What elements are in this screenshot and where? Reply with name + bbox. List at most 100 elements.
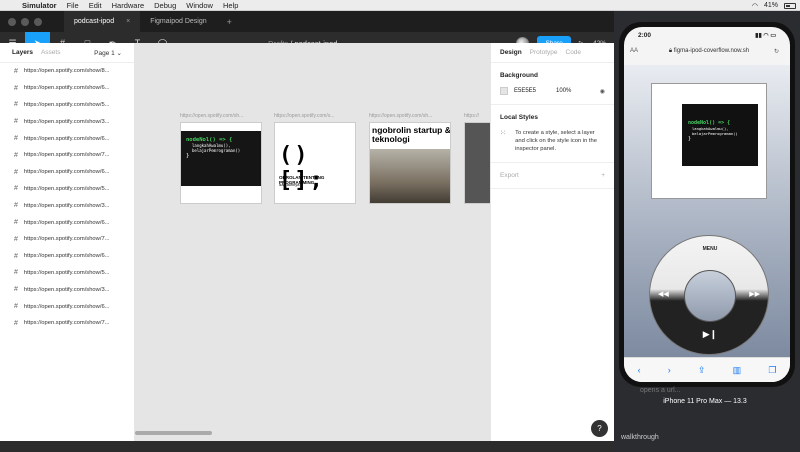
frame-label[interactable]: https://open.spotify.com/s... [274, 113, 356, 119]
frame-icon: # [14, 269, 18, 277]
bookmarks-icon[interactable]: ▥ [733, 365, 742, 376]
layer-row[interactable]: # https://open.spotify.com/show/7... [0, 147, 134, 164]
tab-code[interactable]: Code [566, 49, 582, 56]
layer-row[interactable]: # https://open.spotify.com/show/5... [0, 97, 134, 114]
tab-figmaipod-design[interactable]: Figmaipod Design [140, 11, 216, 32]
frame-icon: # [14, 235, 18, 243]
frame-icon: # [14, 84, 18, 92]
frame-photo-cover[interactable]: ngobrolin startup & teknologi [369, 122, 451, 204]
layer-name: https://open.spotify.com/show/7... [23, 152, 110, 159]
forward-icon[interactable]: › [668, 365, 671, 375]
frame-code-cover[interactable]: nodeNol() => { langkahAwalmu(), belajarP… [180, 122, 262, 204]
signal-battery-icon: ▮▮ ◠ ▭ [755, 32, 776, 39]
eye-icon[interactable]: ◉ [600, 88, 605, 95]
layer-name: https://open.spotify.com/show/6... [23, 303, 110, 310]
frame-label[interactable]: https://open.spotify.com/sh... [180, 113, 262, 119]
canvas-horizontal-scrollbar[interactable] [135, 431, 212, 435]
frame-partial-cover[interactable] [464, 122, 490, 204]
frame-label[interactable]: https:// [464, 113, 490, 119]
layer-row[interactable]: # https://open.spotify.com/show/3... [0, 197, 134, 214]
wheel-center-button[interactable] [684, 270, 736, 322]
photo-cover-title: ngobrolin startup & teknologi [372, 125, 451, 144]
layer-name: https://open.spotify.com/show/6... [23, 135, 110, 142]
layer-name: https://open.spotify.com/show/6... [23, 169, 110, 176]
layer-row[interactable]: # https://open.spotify.com/show/6... [0, 130, 134, 147]
tab-label: podcast-ipod [74, 18, 115, 25]
layer-name: https://open.spotify.com/show/3... [23, 286, 110, 293]
tab-close-icon[interactable]: × [126, 18, 130, 25]
ipod-webview[interactable]: nodeNol() => { langkahAwalmu(), belajarP… [624, 65, 790, 357]
tab-podcast-ipod[interactable]: podcast-ipod × [64, 11, 141, 32]
layer-row[interactable]: # https://open.spotify.com/show/6... [0, 298, 134, 315]
ipod-cover-code-card: nodeNol() => { langkahAwalmu(), belajarP… [682, 104, 758, 166]
share-icon[interactable]: ⇪ [698, 365, 706, 376]
layer-name: https://open.spotify.com/show/8... [23, 68, 110, 75]
layer-row[interactable]: # https://open.spotify.com/show/6... [0, 164, 134, 181]
export-row: Export + [500, 172, 605, 179]
export-section: Export + [491, 163, 614, 189]
menu-file[interactable]: File [67, 1, 79, 10]
wifi-icon[interactable]: ◠ [752, 2, 758, 10]
close-window-button[interactable] [8, 17, 16, 26]
tab-layers[interactable]: Layers [12, 49, 33, 56]
properties-tabs: Design Prototype Code [491, 43, 614, 63]
layer-name: https://open.spotify.com/show/6... [23, 85, 110, 92]
menu-hardware[interactable]: Hardware [112, 1, 145, 10]
play-pause-icon[interactable]: ▶❙ [650, 329, 770, 340]
menu-debug[interactable]: Debug [154, 1, 176, 10]
layer-row[interactable]: # https://open.spotify.com/show/5... [0, 181, 134, 198]
menu-app-name[interactable]: Simulator [22, 1, 57, 10]
layer-row[interactable]: # https://open.spotify.com/show/3... [0, 113, 134, 130]
page-selector[interactable]: Page 1 ⌄ [94, 49, 122, 57]
ipod-click-wheel[interactable]: MENU ◀◀ ▶▶ ▶❙ [649, 235, 769, 355]
layer-row[interactable]: # https://open.spotify.com/show/8... [0, 63, 134, 80]
color-swatch[interactable] [500, 87, 508, 95]
tab-prototype[interactable]: Prototype [530, 49, 558, 56]
layer-name: https://open.spotify.com/show/7... [23, 236, 110, 243]
layer-row[interactable]: # https://open.spotify.com/show/6... [0, 80, 134, 97]
next-track-icon[interactable]: ▶▶ [749, 290, 760, 298]
layer-row[interactable]: # https://open.spotify.com/show/5... [0, 265, 134, 282]
tab-design[interactable]: Design [500, 49, 522, 56]
ios-status-bar: 2:00 ▮▮ ◠ ▭ [624, 27, 790, 43]
design-canvas[interactable]: https://open.spotify.com/sh... nodeNol()… [135, 43, 490, 441]
background-title: Background [500, 72, 538, 79]
layer-row[interactable]: # https://open.spotify.com/show/6... [0, 214, 134, 231]
layer-name: https://open.spotify.com/show/3... [23, 118, 110, 125]
frame-icon: # [14, 168, 18, 176]
frame-icon: # [14, 185, 18, 193]
wheel-menu-button[interactable]: MENU [650, 246, 770, 252]
frame-icon: # [14, 219, 18, 227]
export-title: Export [500, 172, 519, 179]
ipod-cover-art[interactable]: nodeNol() => { langkahAwalmu(), belajarP… [651, 83, 767, 199]
iphone-screen[interactable]: 2:00 ▮▮ ◠ ▭ AA 🔒︎ figma-ipod-coverflow.n… [624, 27, 790, 382]
menu-window[interactable]: Window [186, 1, 213, 10]
safari-url-bar[interactable]: AA 🔒︎ figma-ipod-coverflow.now.sh ↻ [630, 43, 784, 59]
layer-row[interactable]: # https://open.spotify.com/show/6... [0, 248, 134, 265]
menu-edit[interactable]: Edit [89, 1, 102, 10]
previous-track-icon[interactable]: ◀◀ [658, 290, 669, 298]
layer-row[interactable]: # https://open.spotify.com/show/7... [0, 231, 134, 248]
menu-help[interactable]: Help [223, 1, 238, 10]
tab-assets[interactable]: Assets [41, 49, 61, 56]
battery-icon[interactable] [784, 2, 796, 9]
layer-row[interactable]: # https://open.spotify.com/show/7... [0, 315, 134, 332]
url-text[interactable]: 🔒︎ figma-ipod-coverflow.now.sh [644, 48, 774, 55]
code-line-3: } [186, 153, 190, 159]
macos-menubar: Simulator File Edit Hardware Debug Windo… [0, 0, 800, 11]
frame-brackets-cover[interactable]: ()[]; OBROLAN TENTANG PROGRAMMING dan la… [274, 122, 356, 204]
local-styles-text: To create a style, select a layer and cl… [515, 130, 597, 152]
reload-icon[interactable]: ↻ [774, 48, 784, 55]
reader-aa-button[interactable]: AA [630, 48, 644, 54]
tabs-icon[interactable]: ❐ [768, 365, 776, 376]
minimize-window-button[interactable] [21, 17, 29, 26]
frame-label[interactable]: https://open.spotify.com/sh... [369, 113, 451, 119]
zoom-window-button[interactable] [34, 17, 42, 26]
add-export-button[interactable]: + [601, 172, 605, 179]
help-button[interactable]: ? [591, 420, 608, 437]
back-icon[interactable]: ‹ [638, 365, 641, 375]
layer-row[interactable]: # https://open.spotify.com/show/3... [0, 281, 134, 298]
background-opacity-input[interactable]: 100% [556, 88, 571, 94]
new-tab-button[interactable]: + [217, 11, 242, 32]
background-hex-input[interactable]: E5E5E5 [514, 88, 536, 94]
